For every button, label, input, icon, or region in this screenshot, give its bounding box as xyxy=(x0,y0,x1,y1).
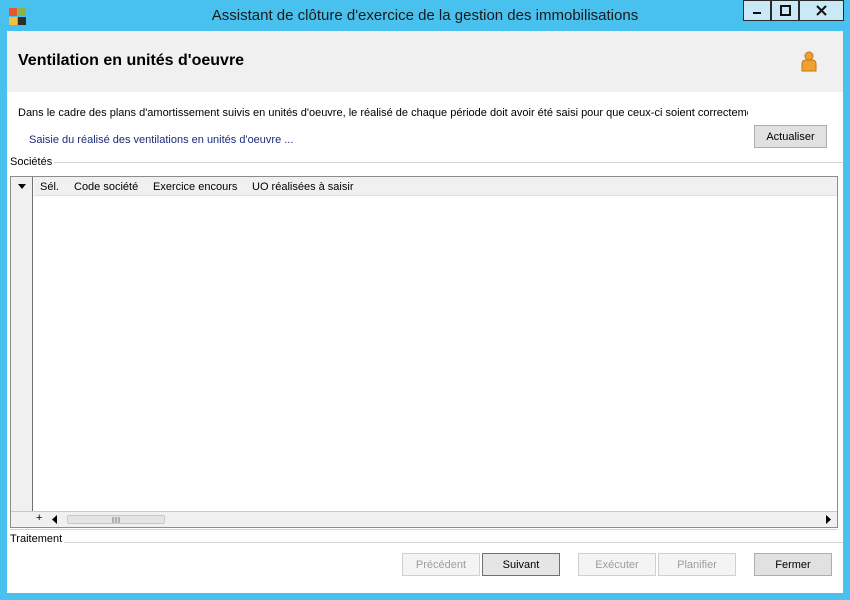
maximize-icon xyxy=(779,5,791,16)
companies-group-line xyxy=(52,162,843,163)
treatment-group-line xyxy=(62,542,843,543)
wizard-content: Ventilation en unités d'oeuvre Dans le c… xyxy=(7,31,843,593)
title-bar[interactable]: Assistant de clôture d'exercice de la ge… xyxy=(0,0,850,31)
treatment-group-label: Traitement xyxy=(10,533,65,545)
column-header-exercice[interactable]: Exercice encours xyxy=(153,181,237,193)
schedule-button[interactable]: Planifier xyxy=(658,553,736,576)
horizontal-scrollbar-thumb[interactable] xyxy=(67,515,165,524)
grid-header: Sél. Code société Exercice encours UO ré… xyxy=(34,177,837,196)
minimize-button[interactable] xyxy=(743,0,771,21)
window-title: Assistant de clôture d'exercice de la ge… xyxy=(211,7,639,24)
grid-bottom-line xyxy=(10,529,838,530)
maximize-button[interactable] xyxy=(771,0,799,21)
description-text: Dans le cadre des plans d'amortissement … xyxy=(18,107,748,119)
next-button[interactable]: Suivant xyxy=(482,553,560,576)
grip-icon xyxy=(112,517,120,523)
page-title: Ventilation en unités d'oeuvre xyxy=(18,52,245,69)
app-window: Assistant de clôture d'exercice de la ge… xyxy=(0,0,850,600)
companies-group-label: Sociétés xyxy=(10,156,55,168)
saisie-link[interactable]: Saisie du réalisé des ventilations en un… xyxy=(29,134,293,146)
scroll-right-icon[interactable] xyxy=(825,515,831,524)
grid-footer: + xyxy=(11,511,837,527)
close-button[interactable]: Fermer xyxy=(754,553,832,576)
expand-icon[interactable]: + xyxy=(36,512,42,524)
previous-button[interactable]: Précédent xyxy=(402,553,480,576)
close-icon xyxy=(816,5,827,16)
close-window-button[interactable] xyxy=(799,0,844,21)
column-header-uo[interactable]: UO réalisées à saisir xyxy=(252,181,353,193)
grid-row-header xyxy=(11,177,33,527)
companies-grid[interactable]: Sél. Code société Exercice encours UO ré… xyxy=(10,176,838,528)
wizard-header: Ventilation en unités d'oeuvre xyxy=(7,31,843,92)
scroll-left-icon[interactable] xyxy=(52,515,58,524)
minimize-icon xyxy=(753,11,761,14)
person-icon xyxy=(801,51,817,72)
column-header-sel[interactable]: Sél. xyxy=(40,181,59,193)
execute-button[interactable]: Exécuter xyxy=(578,553,656,576)
refresh-button[interactable]: Actualiser xyxy=(754,125,827,148)
column-header-code-societe[interactable]: Code société xyxy=(74,181,138,193)
sort-arrow-icon[interactable] xyxy=(18,184,26,190)
